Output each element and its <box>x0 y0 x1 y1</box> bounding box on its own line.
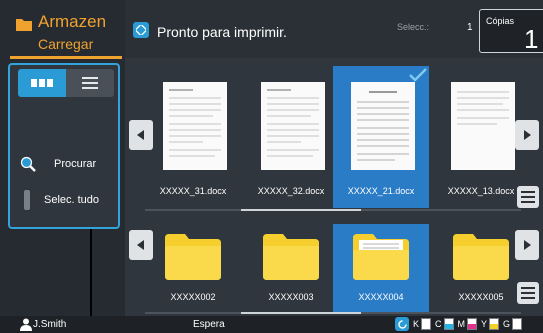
hamburger-icon <box>521 191 535 203</box>
ink-bar <box>467 318 478 330</box>
hamburger-icon <box>521 287 535 299</box>
ink-bar <box>512 318 523 330</box>
folders-scrollbar[interactable] <box>145 312 521 314</box>
folders-scroll-right-button[interactable] <box>515 230 539 260</box>
folder-icon <box>16 19 32 31</box>
ink-level: C <box>435 318 454 330</box>
folder-name: XXXXX004 <box>358 292 404 302</box>
ink-refresh-icon <box>395 317 409 331</box>
ink-letter: M <box>457 319 466 329</box>
docs-scroll-right-button[interactable] <box>515 120 539 150</box>
tab-underline <box>10 56 122 59</box>
document-tile-selected[interactable]: XXXXX_21.docx <box>333 66 429 208</box>
ink-level: K <box>413 318 432 330</box>
grid-view-button[interactable] <box>18 69 66 97</box>
side-controls: Procurar Selec. tudo <box>8 63 120 229</box>
ink-bar <box>421 318 432 330</box>
search-label: Procurar <box>54 158 97 170</box>
chevron-left-icon <box>137 240 144 250</box>
ink-bar <box>489 318 500 330</box>
tab-title: Armazen <box>38 12 107 31</box>
chevron-right-icon <box>524 240 531 250</box>
select-all-button[interactable]: Selec. tudo <box>14 185 114 215</box>
ink-letter: C <box>435 319 442 329</box>
document-thumbnail <box>163 82 227 170</box>
docs-scrollbar-thumb[interactable] <box>241 209 361 211</box>
ink-letter: G <box>503 319 511 329</box>
ink-letter: K <box>413 319 420 329</box>
document-thumbnail <box>261 82 325 170</box>
view-toggle <box>18 69 114 97</box>
search-button[interactable]: Procurar <box>14 149 114 179</box>
folder-name: XXXXX002 <box>170 292 216 302</box>
copies-field[interactable]: Cópias 1 <box>479 9 543 54</box>
copies-value: 1 <box>524 24 539 54</box>
copies-label: Cópias <box>486 16 515 26</box>
search-icon <box>20 156 36 172</box>
document-tile[interactable]: XXXXX_31.docx <box>145 66 241 208</box>
checkmark-icon <box>409 68 427 82</box>
document-name: XXXXX_21.docx <box>347 186 415 196</box>
header-bar: Pronto para imprimir. Selecc.: 1 Cópias … <box>125 0 543 58</box>
folder-icon <box>453 234 509 280</box>
documents-row: XXXXX_31.docx XXXXX_32.docx XXXXX_21.doc… <box>125 66 543 212</box>
folder-name: XXXXX003 <box>268 292 314 302</box>
document-thumbnail <box>351 82 415 170</box>
folder-with-documents-icon <box>353 234 409 280</box>
folder-icon <box>263 234 319 280</box>
status-message: Pronto para imprimir. <box>157 24 287 40</box>
grid-icon <box>31 79 53 87</box>
folder-icon <box>165 234 221 280</box>
docs-scrollbar[interactable] <box>145 209 521 211</box>
document-name: XXXXX_31.docx <box>159 186 227 196</box>
folder-tile[interactable]: XXXXX002 <box>145 224 241 314</box>
list-icon <box>82 77 98 89</box>
tab-subtitle: Carregar <box>38 36 94 52</box>
document-name: XXXXX_13.docx <box>447 186 515 196</box>
folders-scrollbar-thumb[interactable] <box>241 312 361 314</box>
document-tile[interactable]: XXXXX_32.docx <box>243 66 339 208</box>
folder-tile-selected[interactable]: XXXXX004 <box>333 224 429 314</box>
document-thumbnail <box>451 82 515 170</box>
folders-menu-button[interactable] <box>517 282 539 304</box>
folder-name: XXXXX005 <box>458 292 504 302</box>
document-name: XXXXX_32.docx <box>257 186 325 196</box>
left-panel: Armazen Carregar Procurar Selec. tudo <box>0 0 125 316</box>
folders-row: XXXXX002 XXXXX003 XXXXX004 XXXXX005 <box>125 220 543 316</box>
ink-letter: Y <box>481 319 488 329</box>
sync-icon <box>133 22 149 38</box>
machine-status: Espera <box>193 319 225 330</box>
ink-level: M <box>458 318 478 330</box>
select-all-icon <box>24 190 30 210</box>
ink-level: Y <box>481 318 500 330</box>
ink-levels: K C M Y G <box>395 317 526 331</box>
selected-label: Selecc.: <box>397 22 430 32</box>
chevron-right-icon <box>524 130 531 140</box>
user-name: J.Smith <box>33 319 67 330</box>
storage-tab[interactable]: Armazen Carregar <box>10 12 122 60</box>
ink-level: G <box>503 318 523 330</box>
folder-tile[interactable]: XXXXX003 <box>243 224 339 314</box>
docs-menu-button[interactable] <box>517 186 539 208</box>
select-all-label: Selec. tudo <box>44 194 100 206</box>
main-area: Pronto para imprimir. Selecc.: 1 Cópias … <box>125 0 543 316</box>
status-bar: J.Smith Espera K C M Y G <box>0 316 543 333</box>
ink-bar <box>443 318 454 330</box>
chevron-left-icon <box>137 130 144 140</box>
list-view-button[interactable] <box>66 69 114 97</box>
user-icon <box>20 318 32 331</box>
selected-count: 1 <box>467 22 473 33</box>
